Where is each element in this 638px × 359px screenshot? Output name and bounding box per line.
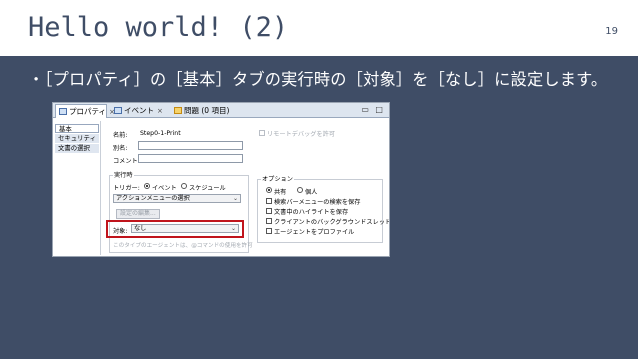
remote-debug-label: リモートデバッグを許可 bbox=[267, 131, 336, 138]
sidebar: 基本 セキュリティ 文書の選択 bbox=[54, 121, 101, 255]
tab-label: 問題 (0 項目) bbox=[184, 106, 230, 115]
sidebar-item-basic[interactable]: 基本 bbox=[55, 124, 99, 133]
name-label: 名前: bbox=[113, 132, 128, 139]
name-value: Step0-1-Print bbox=[140, 130, 181, 137]
trigger-schedule-label: スケジュール bbox=[189, 185, 226, 192]
option-label: 文書中のハイライトを保存 bbox=[274, 209, 349, 216]
window-buttons[interactable]: ▭ □ bbox=[361, 105, 385, 114]
sidebar-item-security[interactable]: セキュリティ bbox=[55, 134, 99, 143]
option-checkbox[interactable] bbox=[266, 218, 272, 224]
shared-radio[interactable] bbox=[266, 187, 272, 193]
properties-panel-screenshot: プロパティ × イベント × 問題 (0 項目) ▭ □ 基本 セキュリティ 文書の… bbox=[52, 102, 390, 257]
alias-label: 別名: bbox=[113, 145, 128, 152]
remote-debug-checkbox[interactable] bbox=[259, 130, 265, 136]
option-checkbox[interactable] bbox=[266, 198, 272, 204]
alias-input[interactable] bbox=[138, 141, 243, 150]
tab-label: イベント bbox=[124, 106, 154, 115]
option-checkbox[interactable] bbox=[266, 228, 272, 234]
tab-events[interactable]: イベント × bbox=[111, 104, 166, 117]
option-label: 検索バーメニューの検索を保存 bbox=[274, 199, 361, 206]
tab-properties[interactable]: プロパティ × bbox=[55, 104, 115, 118]
command-note: このタイプのエージェントは、@コマンドの使用を許可 bbox=[113, 243, 253, 249]
slide-title-bar: Hello world! (2) 19 bbox=[0, 0, 638, 56]
chevron-down-icon: ⌄ bbox=[232, 195, 238, 202]
edit-settings-button[interactable]: 設定の編集... bbox=[116, 209, 160, 219]
action-menu-value: アクションメニューの選択 bbox=[116, 195, 190, 202]
target-highlight-box bbox=[106, 220, 244, 238]
trigger-schedule-radio[interactable] bbox=[181, 183, 187, 189]
comment-input[interactable] bbox=[138, 154, 243, 163]
tab-problems[interactable]: 問題 (0 項目) bbox=[171, 104, 243, 117]
page-number: 19 bbox=[605, 26, 618, 37]
problems-icon bbox=[174, 107, 182, 114]
option-checkbox[interactable] bbox=[266, 208, 272, 214]
sidebar-item-document-selection[interactable]: 文書の選択 bbox=[55, 144, 99, 153]
options-group-title: オプション bbox=[261, 174, 294, 183]
option-label: クライアントのバックグラウンドスレッドで実行 bbox=[274, 219, 390, 226]
option-label: エージェントをプロファイル bbox=[274, 229, 355, 236]
tab-strip: プロパティ × イベント × 問題 (0 項目) ▭ □ bbox=[53, 103, 389, 118]
trigger-event-label: イベント bbox=[152, 185, 177, 192]
shared-label: 共有 bbox=[274, 189, 287, 196]
slide-title: Hello world! (2) bbox=[28, 12, 289, 43]
personal-label: 個人 bbox=[305, 189, 318, 196]
properties-icon bbox=[59, 108, 67, 115]
trigger-event-radio[interactable] bbox=[144, 183, 150, 189]
tab-label: プロパティ bbox=[69, 107, 107, 116]
action-menu-dropdown[interactable]: アクションメニューの選択 ⌄ bbox=[113, 194, 241, 203]
runtime-group-title: 実行時 bbox=[113, 170, 134, 179]
events-icon bbox=[114, 107, 122, 114]
personal-radio[interactable] bbox=[297, 187, 303, 193]
close-icon[interactable]: × bbox=[157, 105, 163, 118]
trigger-label: トリガー: bbox=[113, 185, 140, 192]
instruction-text: ・［プロパティ］の［基本］タブの実行時の［対象］を［なし］に設定します。 bbox=[28, 70, 608, 89]
comment-label: コメント: bbox=[113, 158, 140, 165]
